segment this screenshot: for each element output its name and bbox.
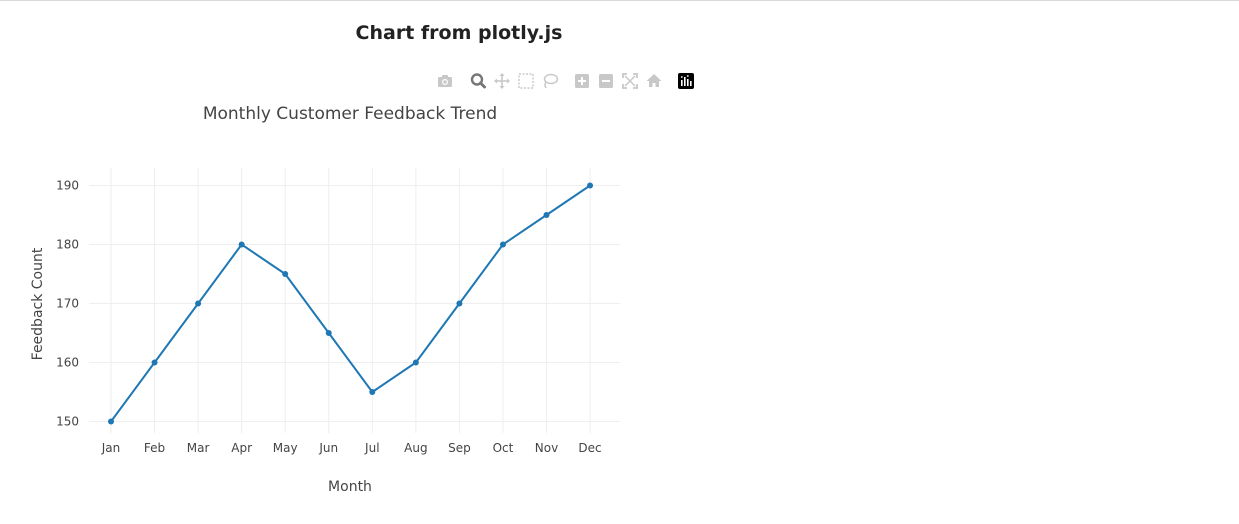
data-point-nov [543, 212, 550, 218]
x-tick-label: Apr [231, 441, 252, 455]
x-tick-label: Jan [101, 441, 121, 455]
data-point-mar [195, 300, 202, 307]
y-tick-label: 170 [56, 297, 79, 311]
x-tick-label: Jun [318, 441, 338, 455]
chart-title: Monthly Customer Feedback Trend [203, 104, 497, 124]
data-point-may [282, 271, 289, 277]
x-tick-label: Dec [578, 441, 601, 455]
y-axis-title: Feedback Count [30, 247, 46, 360]
y-tick-label: 180 [56, 238, 79, 252]
x-tick-label: Oct [493, 441, 514, 455]
x-axis-title: Month [328, 479, 372, 495]
data-point-sep [456, 300, 463, 307]
y-tick-label: 190 [56, 179, 79, 193]
data-point-jul [369, 389, 376, 395]
x-tick-label: Sep [448, 441, 471, 455]
x-tick-label: Mar [187, 441, 210, 455]
data-point-feb [151, 359, 158, 366]
feedback-line-chart: Jan Feb Mar Apr May Jun Jul Aug Sep Oct Nov Dec 150 1… [30, 104, 620, 495]
x-tick-label: Nov [535, 441, 558, 455]
data-point-jan [108, 418, 114, 425]
x-tick-label: May [273, 441, 298, 455]
x-tick-label: Jul [364, 441, 379, 455]
data-point-dec [587, 182, 594, 189]
x-tick-label: Aug [404, 441, 427, 455]
x-tick-label: Feb [144, 441, 165, 455]
data-point-jun [325, 330, 332, 336]
data-point-apr [238, 241, 245, 248]
y-tick-label: 160 [56, 356, 79, 370]
data-point-oct [499, 241, 506, 248]
grid-layer [89, 168, 620, 433]
data-point-aug [412, 359, 419, 366]
y-tick-label: 150 [56, 415, 79, 429]
